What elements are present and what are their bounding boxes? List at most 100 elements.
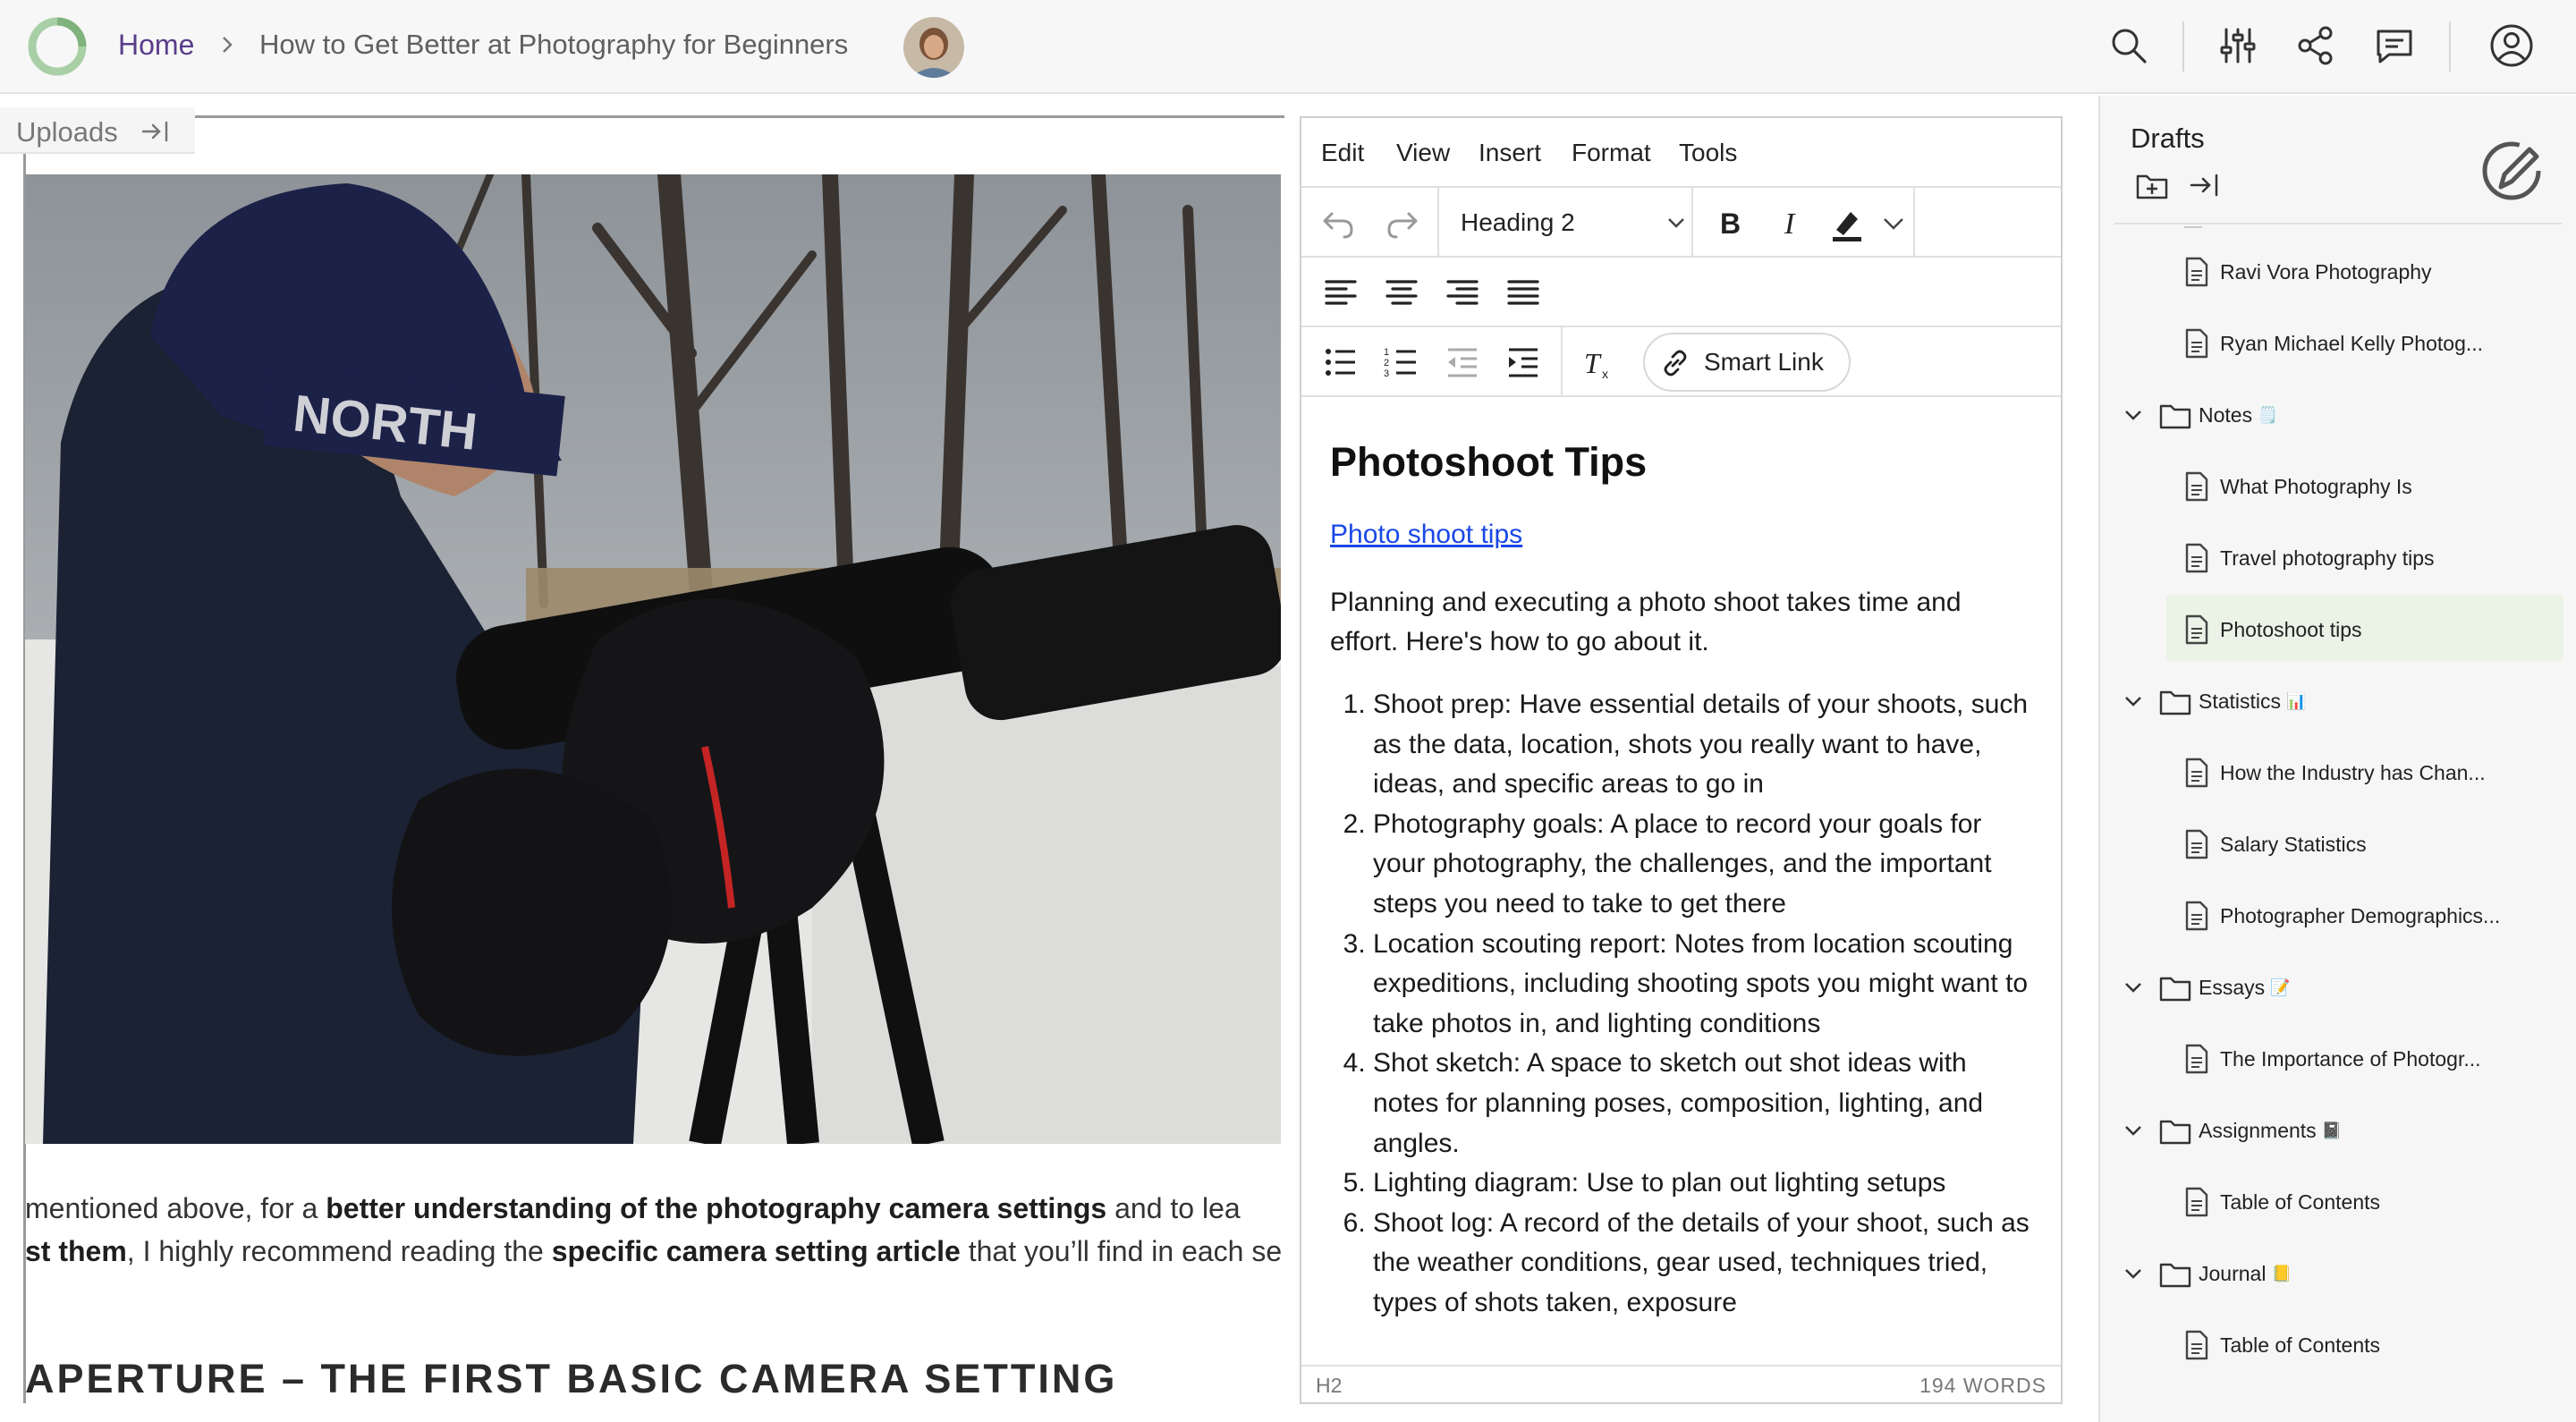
chevron-down-icon[interactable] (2122, 1121, 2145, 1140)
article-bold-text: better understanding of the photography … (326, 1192, 1107, 1224)
tree-file-item[interactable]: How the Industry has Chan... (2100, 738, 2576, 809)
tree-folder-essays[interactable]: Essays 📝 (2100, 952, 2576, 1024)
account-icon[interactable] (2488, 22, 2535, 69)
tree-item-label: The Importance of Photogr... (2220, 1047, 2481, 1071)
search-icon[interactable] (2106, 22, 2152, 69)
toolbar-divider (1561, 327, 1563, 395)
italic-icon[interactable]: I (1767, 199, 1813, 246)
svg-text:2: 2 (1384, 358, 1389, 368)
avatar[interactable] (903, 17, 964, 78)
align-justify-icon[interactable] (1500, 269, 1546, 316)
breadcrumb-home[interactable]: Home (118, 27, 194, 63)
folder-name: Notes (2199, 403, 2253, 427)
tree-item-label: Salary Statistics (2220, 833, 2367, 856)
folder-name: Essays (2199, 976, 2266, 999)
menu-insert[interactable]: Insert (1479, 138, 1541, 168)
highlight-color-icon[interactable] (1824, 199, 1870, 246)
svg-text:1: 1 (1384, 347, 1389, 358)
indent-icon[interactable] (1500, 339, 1546, 385)
menu-format[interactable]: Format (1572, 138, 1651, 168)
align-center-icon[interactable] (1378, 269, 1425, 316)
tree-file-item[interactable]: Travel photography tips (2100, 523, 2576, 595)
tree-file-item[interactable]: Ravi Vora Photography (2100, 237, 2576, 309)
sliders-icon[interactable] (2215, 22, 2261, 69)
outdent-icon[interactable] (1439, 339, 1486, 385)
bold-icon[interactable]: B (1706, 199, 1752, 246)
menu-tools[interactable]: Tools (1679, 138, 1737, 168)
sidebar-title: Drafts (2131, 123, 2205, 154)
chevron-down-icon[interactable] (2122, 405, 2145, 425)
align-left-icon[interactable] (1318, 269, 1364, 316)
tree-file-item[interactable]: Salary Statistics (2100, 809, 2576, 881)
editor-toolbar-row: Heading 2 B I (1301, 188, 2061, 258)
numbered-list-icon[interactable]: 123 (1378, 339, 1425, 385)
tree-folder-notes[interactable]: Notes 🗒️ (2100, 380, 2576, 452)
tree-file-item[interactable]: Ryan Michael Kelly Photog... (2100, 309, 2576, 380)
uploads-panel-tab[interactable]: Uploads (0, 107, 195, 154)
document-icon (2185, 1044, 2208, 1074)
list-item[interactable]: Shot sketch: A space to sketch out shot … (1373, 1044, 2032, 1164)
bullet-list-icon[interactable] (1318, 339, 1364, 385)
element-path[interactable]: H2 (1316, 1374, 1342, 1397)
undo-icon[interactable] (1316, 199, 1362, 246)
svg-text:x: x (1602, 367, 1608, 381)
editor-statusbar: H2 194 WORDS (1301, 1365, 2061, 1402)
edit-pen-icon[interactable] (2474, 133, 2549, 208)
tree-file-item-selected[interactable]: Photoshoot tips (2100, 595, 2576, 666)
collapse-sidebar-icon[interactable] (2188, 171, 2224, 199)
chevron-down-icon (1668, 218, 1684, 228)
app-logo[interactable] (27, 16, 88, 77)
tree-folder-label: Notes 🗒️ (2199, 402, 2278, 427)
tree-file-item[interactable]: Table of Contents (2100, 1310, 2576, 1382)
tree-folder-label: Assignments 📓 (2199, 1118, 2342, 1143)
list-item[interactable]: Shoot log: A record of the details of yo… (1373, 1204, 2032, 1324)
block-format-select[interactable]: Heading 2 (1461, 199, 1684, 246)
redo-icon[interactable] (1378, 199, 1425, 246)
tree-item-label: What Photography Is (2220, 475, 2412, 498)
chevron-down-icon[interactable] (1870, 199, 1917, 246)
tree-file-item[interactable]: Table of Contents (2100, 1167, 2576, 1239)
tree-file-item[interactable]: The Importance of Photogr... (2100, 1024, 2576, 1096)
editor-content[interactable]: Photoshoot Tips Photo shoot tips Plannin… (1301, 397, 2061, 1367)
tree-folder-statistics[interactable]: Statistics 📊 (2100, 666, 2576, 738)
tips-list[interactable]: Shoot prep: Have essential details of yo… (1330, 685, 2032, 1324)
menu-edit[interactable]: Edit (1321, 138, 1364, 168)
article-text: , I highly recommend reading the (126, 1235, 552, 1267)
smart-link-button[interactable]: Smart Link (1643, 333, 1851, 392)
folder-icon (2159, 690, 2191, 715)
document-heading[interactable]: Photoshoot Tips (1330, 438, 2032, 487)
document-frame (195, 115, 1284, 118)
folder-name: Statistics (2199, 690, 2282, 713)
menu-view[interactable]: View (1396, 138, 1450, 168)
list-item[interactable]: Lighting diagram: Use to plan out lighti… (1373, 1164, 2032, 1204)
editor-toolbar-row: 123 T x Smart Link (1301, 327, 2061, 397)
chevron-down-icon[interactable] (2122, 691, 2145, 711)
article-section-heading: APERTURE – THE FIRST BASIC CAMERA SETTIN… (25, 1356, 1118, 1401)
list-item[interactable]: Shoot prep: Have essential details of yo… (1373, 685, 2032, 805)
tree-folder-assignments[interactable]: Assignments 📓 (2100, 1096, 2576, 1167)
chevron-down-icon[interactable] (2122, 978, 2145, 997)
new-folder-icon[interactable] (2134, 169, 2170, 201)
tree-folder-journal[interactable]: Journal 📒 (2100, 1239, 2576, 1310)
document-icon (2185, 471, 2208, 502)
drafts-tree: Ravi Vora Photography Ryan Michael Kelly… (2100, 226, 2576, 1422)
list-item[interactable]: Photography goals: A place to record you… (1373, 805, 2032, 925)
svg-text:3: 3 (1384, 368, 1389, 379)
tree-file-item[interactable]: Photographer Demographics... (2100, 881, 2576, 952)
photo-shoot-tips-link[interactable]: Photo shoot tips (1330, 517, 1522, 553)
expand-panel-icon[interactable] (140, 118, 172, 145)
chevron-down-icon[interactable] (2122, 1264, 2145, 1283)
folder-icon (2159, 1263, 2191, 1288)
intro-paragraph[interactable]: Planning and executing a photo shoot tak… (1330, 583, 2032, 662)
tree-folder-label: Journal 📒 (2199, 1261, 2292, 1286)
clear-formatting-icon[interactable]: T x (1575, 339, 1622, 385)
comment-icon[interactable] (2371, 22, 2418, 69)
align-right-icon[interactable] (1439, 269, 1486, 316)
share-icon[interactable] (2292, 22, 2339, 69)
list-item[interactable]: Location scouting report: Notes from loc… (1373, 925, 2032, 1045)
folder-name: Journal (2199, 1262, 2267, 1285)
sidebar-divider (2114, 223, 2562, 224)
tree-file-item[interactable]: What Photography Is (2100, 452, 2576, 523)
toolbar-divider (2449, 21, 2451, 72)
word-count[interactable]: 194 WORDS (1919, 1374, 2046, 1397)
